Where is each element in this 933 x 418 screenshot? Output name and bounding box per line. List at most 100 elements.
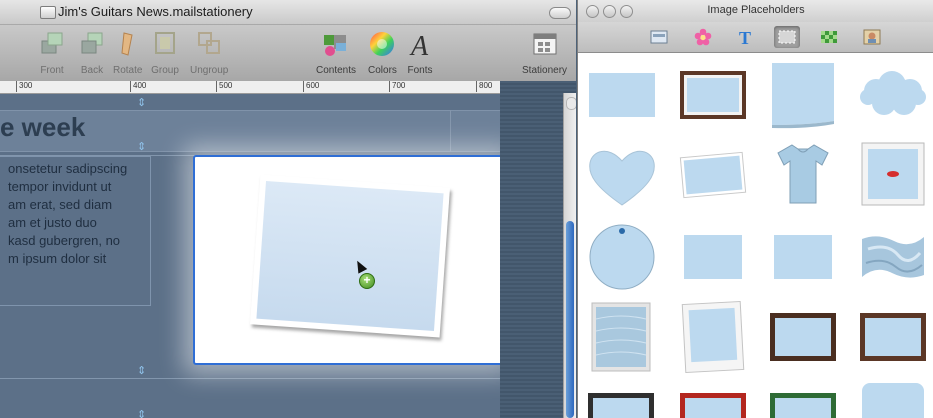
placeholder-black-frame[interactable] <box>586 389 656 418</box>
ruler-mark: 500 <box>216 81 232 92</box>
body-text[interactable]: onsetetur sadipscing tempor invidunt ut … <box>8 160 168 268</box>
title-bar[interactable]: Jim's Guitars News.mailstationery <box>0 0 576 25</box>
image-placeholders-panel: Image Placeholders T <box>577 0 933 418</box>
placeholder-cloud[interactable] <box>858 67 928 123</box>
pattern-icon <box>821 31 837 43</box>
body-line: m ipsum dolor sit <box>8 251 107 266</box>
placeholder-t-shirt[interactable] <box>768 139 838 209</box>
document-canvas[interactable]: ⇕ e week ⇕ onsetetur sadipscing tempor i… <box>0 94 500 418</box>
placeholder-heart[interactable] <box>586 143 658 209</box>
resize-handle-icon[interactable]: ⇕ <box>137 410 146 418</box>
stationery-label: Stationery <box>522 65 568 76</box>
back-label: Back <box>80 65 104 76</box>
toolbar: Front Back Rotate Group Ungroup Contents… <box>0 25 576 82</box>
stationery-button[interactable]: Stationery <box>522 29 567 76</box>
colors-label: Colors <box>368 65 397 76</box>
color-wheel-icon <box>368 29 396 59</box>
ungroup-label: Ungroup <box>190 65 229 76</box>
flower-icon <box>694 28 712 46</box>
text-icon: T <box>739 28 751 46</box>
placeholder-tilted-photo[interactable] <box>678 147 748 203</box>
placeholder-dark-wood-frame[interactable] <box>768 309 838 365</box>
ruler-mark: 400 <box>130 81 146 92</box>
ruler-mark: 600 <box>303 81 319 92</box>
placeholder-wood-frame[interactable] <box>858 309 928 365</box>
body-line: tempor invidunt ut <box>8 179 112 194</box>
image-drop-zone[interactable]: + <box>193 155 500 365</box>
rotate-icon <box>114 29 142 59</box>
panel-title-bar[interactable]: Image Placeholders <box>578 0 933 22</box>
front-label: Front <box>40 65 64 76</box>
placeholder-round-tag[interactable] <box>586 219 658 291</box>
stationery-icon <box>531 29 559 59</box>
placeholder-square[interactable] <box>768 229 838 285</box>
tab-patterns[interactable] <box>816 26 842 48</box>
placeholder-brown-frame[interactable] <box>678 67 748 123</box>
bring-to-front-icon <box>38 29 66 59</box>
body-line: kasd gubergren, no <box>8 233 121 248</box>
resize-handle-icon[interactable]: ⇕ <box>137 366 146 377</box>
placeholder-plain-rectangle[interactable] <box>587 67 657 123</box>
column-divider <box>450 110 451 152</box>
svg-text:T: T <box>739 28 751 46</box>
fonts-button[interactable]: A Fonts <box>406 29 434 76</box>
placeholder-green-frame[interactable] <box>768 389 838 418</box>
placeholder-rounded-rectangle[interactable] <box>858 379 928 418</box>
front-button[interactable]: Front <box>38 29 66 76</box>
resize-handle-icon[interactable]: ⇕ <box>137 142 146 153</box>
placeholder-curled-note[interactable] <box>768 59 838 129</box>
stationery-area: Stationery <box>500 25 576 82</box>
layout-icon <box>650 30 668 44</box>
fonts-icon: A <box>406 29 434 62</box>
group-label: Group <box>151 65 179 76</box>
placeholder-white-frame-lips[interactable] <box>858 139 928 209</box>
contents-label: Contents <box>316 65 357 76</box>
svg-text:A: A <box>409 31 429 59</box>
back-button[interactable]: Back <box>78 29 106 76</box>
vertical-scrollbar[interactable] <box>563 93 576 418</box>
ungroup-icon <box>195 29 223 59</box>
photo-placeholder[interactable] <box>249 174 451 338</box>
image-placeholder-icon <box>778 30 796 44</box>
tab-embellishments[interactable] <box>690 26 716 48</box>
document-proxy-icon[interactable] <box>40 6 56 19</box>
body-line: am et justo duo <box>8 215 97 230</box>
photo-placeholder-fill <box>256 180 444 332</box>
group-button[interactable]: Group <box>151 29 179 76</box>
horizontal-ruler: 300 400 500 600 700 800 <box>0 81 500 94</box>
ruler-mark: 700 <box>389 81 405 92</box>
contents-icon <box>322 29 350 59</box>
ruler-mark: 300 <box>16 81 32 92</box>
tab-image-placeholders[interactable] <box>774 26 800 48</box>
body-line: am erat, sed diam <box>8 197 113 212</box>
colors-button[interactable]: Colors <box>368 29 397 76</box>
toolbar-toggle-button[interactable] <box>549 7 571 19</box>
scroll-thumb[interactable] <box>566 221 574 418</box>
contents-button[interactable]: Contents <box>316 29 356 76</box>
panel-tab-bar: T <box>578 22 933 53</box>
group-icon <box>151 29 179 59</box>
panel-title: Image Placeholders <box>707 4 805 16</box>
resize-handle-icon[interactable]: ⇕ <box>137 98 146 109</box>
section-divider <box>0 378 500 379</box>
tab-photos[interactable] <box>859 26 885 48</box>
send-to-back-icon <box>78 29 106 59</box>
stationery-editor-window: Jim's Guitars News.mailstationery Front … <box>0 0 576 418</box>
rotate-button[interactable]: Rotate <box>113 29 142 76</box>
body-line: onsetetur sadipscing <box>8 161 128 176</box>
tab-layouts[interactable] <box>646 26 672 48</box>
placeholder-grid <box>578 53 933 418</box>
fonts-label: Fonts <box>407 65 433 76</box>
placeholder-soft-square[interactable] <box>678 229 748 285</box>
tab-text[interactable]: T <box>733 26 759 48</box>
placeholder-patterned-frame[interactable] <box>586 299 656 375</box>
placeholder-red-frame[interactable] <box>678 389 748 418</box>
placeholder-wavy-fabric[interactable] <box>858 229 928 285</box>
ruler-mark: 800 <box>476 81 492 92</box>
placeholder-polaroid[interactable] <box>678 299 748 375</box>
ungroup-button[interactable]: Ungroup <box>190 29 228 76</box>
scroll-up-arrow-icon[interactable] <box>566 97 576 110</box>
headline-text[interactable]: e week <box>0 112 85 143</box>
drag-copy-plus-icon: + <box>359 273 375 289</box>
rotate-label: Rotate <box>113 65 143 76</box>
